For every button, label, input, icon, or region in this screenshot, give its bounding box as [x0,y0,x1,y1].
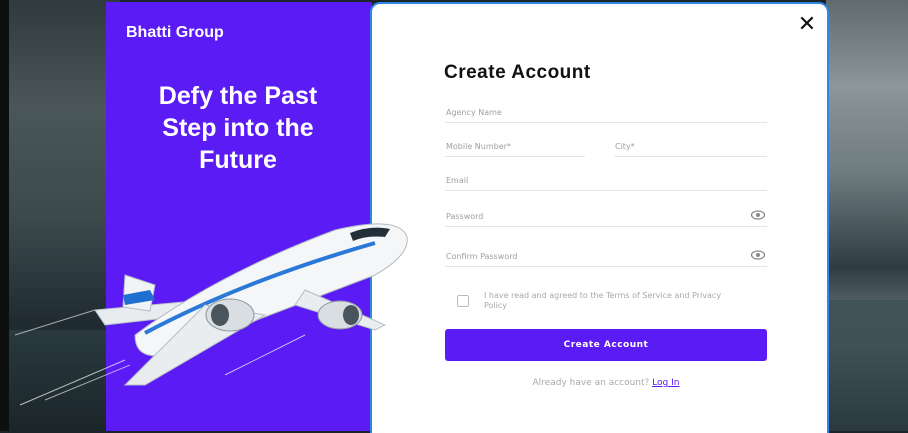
tagline-line-1: Defy the Past [158,82,318,110]
email-input[interactable] [445,169,768,192]
tagline-line-2: Step into the [162,114,314,142]
confirm-password-field [445,244,768,268]
confirm-password-input[interactable] [445,245,768,268]
eye-icon[interactable] [751,250,765,260]
login-prompt: Already have an account? Log In [445,378,767,388]
email-field [445,168,768,192]
city-input[interactable] [614,135,768,158]
password-field [445,204,768,228]
brand-name: Bhatti Group [126,24,224,41]
background-water-right [826,300,908,431]
agency-name-input[interactable] [445,101,768,124]
create-account-button[interactable]: Create Account [445,329,767,361]
terms-checkbox[interactable] [457,295,469,307]
agency-name-field [445,100,768,124]
mobile-number-field [445,134,586,158]
city-field [614,134,768,158]
mobile-number-input[interactable] [445,135,586,158]
login-prompt-text: Already have an account? [532,378,650,388]
airplane-illustration [14,223,408,406]
eye-icon[interactable] [751,210,765,220]
login-link[interactable]: Log In [652,378,679,388]
password-input[interactable] [445,205,768,228]
close-icon[interactable]: ✕ [796,12,818,38]
tagline-line-3: Future [199,146,277,174]
tagline: Defy the Past Step into the Future [120,80,356,176]
form-title: Create Account [444,62,591,83]
terms-label: I have read and agreed to the Terms of S… [484,291,722,310]
